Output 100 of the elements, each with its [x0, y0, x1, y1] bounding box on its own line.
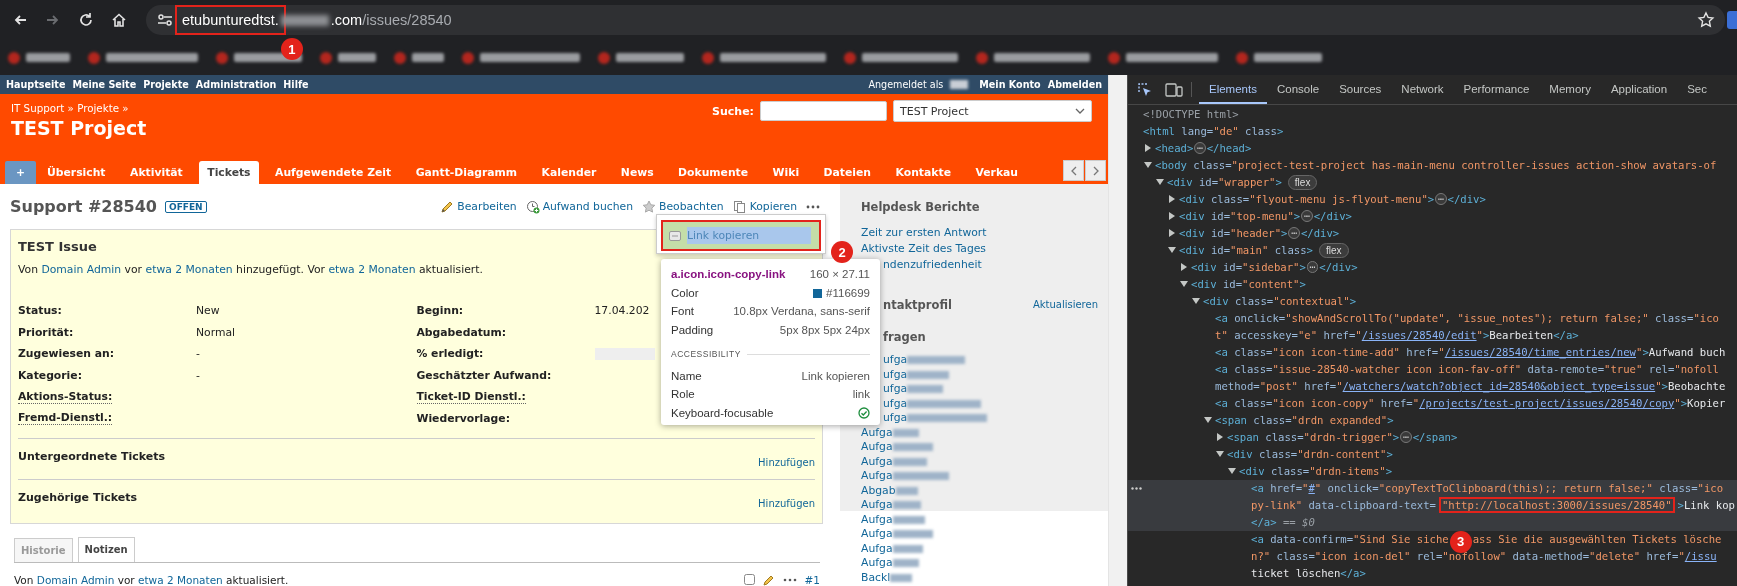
star-icon[interactable] [1697, 11, 1715, 29]
caret-right-icon[interactable] [1144, 144, 1152, 152]
inspect-icon[interactable] [1137, 81, 1153, 98]
caret-down-icon[interactable] [1204, 416, 1212, 424]
flex-badge[interactable]: flex [1287, 174, 1318, 190]
sidebar-link[interactable]: Aufga [861, 469, 893, 484]
link[interactable]: etwa 2 Monaten [328, 263, 416, 276]
project-tab[interactable]: Übersicht [39, 161, 114, 184]
sidebar-link[interactable]: Aufga [861, 454, 893, 469]
devtools-tab[interactable]: Memory [1539, 75, 1601, 104]
flex-badge[interactable]: flex [1319, 242, 1349, 258]
caret-right-icon[interactable] [1216, 433, 1224, 441]
sidebar-link[interactable]: Aufga [861, 556, 893, 571]
link[interactable]: Domain Admin [36, 573, 115, 586]
project-tab[interactable]: Dateien [815, 161, 880, 184]
search-field[interactable] [760, 101, 887, 121]
devtools-tab[interactable]: Sources [1329, 75, 1392, 104]
sidebar-link[interactable]: Aufga [861, 541, 893, 556]
sidebar-link[interactable]: Backl [861, 570, 891, 585]
devtools-tab[interactable]: Application [1600, 75, 1678, 104]
project-select[interactable]: TEST Project [893, 100, 1092, 122]
devtools-tab[interactable]: Performance [1453, 75, 1540, 104]
checkbox-icon[interactable] [743, 574, 755, 585]
sidebar-link[interactable]: Aktivste Zeit des Tages [861, 241, 1098, 257]
project-tab[interactable]: Aufgewendete Zeit [267, 161, 400, 184]
menu-link[interactable]: Hauptseite [6, 79, 66, 90]
blurred-bookmark[interactable] [462, 51, 580, 64]
caret-down-icon[interactable] [1156, 178, 1164, 186]
history-tab[interactable]: Notizen [77, 537, 135, 562]
project-tab[interactable]: Gantt-Diagramm [407, 161, 526, 184]
ellipsis-button[interactable]: ⋯ [1288, 226, 1300, 239]
blurred-bookmark[interactable] [320, 51, 376, 64]
sidebar-link[interactable]: Aufga [861, 440, 893, 455]
link[interactable]: etwa 2 Monaten [145, 263, 233, 276]
blurred-bookmark[interactable] [1108, 51, 1218, 64]
sidebar-link[interactable]: Abgab [861, 483, 896, 498]
project-tab[interactable]: Dokumente [670, 161, 757, 184]
update-link[interactable]: Aktualisieren [1032, 297, 1098, 313]
project-tab[interactable]: Kalender [533, 161, 605, 184]
devtools-tab[interactable]: Elements [1199, 75, 1267, 104]
link[interactable]: /issu [1684, 549, 1717, 562]
link[interactable]: /projects/test-project/issues/28540/copy [1419, 396, 1675, 409]
devtools-tab[interactable]: Network [1391, 75, 1454, 104]
link[interactable]: # [1308, 481, 1315, 494]
blurred-bookmark[interactable] [702, 51, 826, 64]
action-link[interactable]: Beobachten [642, 199, 724, 214]
blurred-bookmark[interactable] [8, 51, 70, 64]
menu-link[interactable]: Administration [195, 79, 277, 90]
menu-link[interactable]: Hilfe [283, 79, 309, 90]
blurred-bookmark[interactable] [88, 51, 198, 64]
caret-right-icon[interactable] [1168, 195, 1176, 203]
action-link[interactable]: Kopieren [732, 199, 797, 214]
ellipsis-button[interactable]: ⋯ [1400, 430, 1412, 443]
sidebar-link[interactable]: Zeit zur ersten Antwort [861, 225, 1098, 241]
caret-right-icon[interactable] [1168, 229, 1176, 237]
caret-right-icon[interactable] [1180, 263, 1188, 271]
blurred-bookmark[interactable] [598, 51, 684, 64]
action-link[interactable]: Bearbeiten [440, 199, 517, 214]
ellipsis-button[interactable]: ⋯ [1194, 141, 1206, 154]
site-settings-icon[interactable] [156, 11, 174, 29]
blurred-bookmark[interactable] [1236, 51, 1322, 64]
sidebar-link[interactable]: Aufga [861, 512, 893, 527]
link[interactable]: Domain Admin [41, 263, 122, 276]
blurred-bookmark[interactable] [844, 51, 958, 64]
link[interactable]: /issues/28540/edit [1361, 328, 1477, 341]
ellipsis-button[interactable]: ⋯ [1306, 260, 1319, 273]
devtools-tab[interactable]: Sec [1677, 75, 1717, 104]
project-tab[interactable]: Tickets [199, 161, 259, 184]
project-tab[interactable]: Kontakte [887, 161, 959, 184]
sidebar-link[interactable]: Aufga [861, 527, 893, 542]
caret-down-icon[interactable] [1168, 246, 1176, 254]
menu-link[interactable]: Meine Seite [72, 79, 137, 90]
link[interactable]: etwa 2 Monaten [138, 573, 223, 586]
project-tab[interactable]: News [612, 161, 662, 184]
sidebar-link[interactable]: Aufga [861, 425, 893, 440]
link[interactable]: /watchers/watch?object_id=28540&object_type=issue [1342, 379, 1656, 392]
menu-link[interactable]: Projekte [143, 79, 189, 90]
ellipsis-button[interactable]: ⋯ [1435, 192, 1447, 205]
caret-right-icon[interactable] [1168, 212, 1176, 220]
selected-node-row[interactable]: <a href="#" onclick="copyTextToClipboard(this);; return false;" class="ico py-link" data-clipboard-text= "http://localhost:3000/issues/28540" >Link kop </a> == $0 [1128, 479, 1737, 531]
project-tab[interactable]: Verkau [967, 161, 1027, 184]
caret-down-icon[interactable] [1144, 161, 1152, 169]
project-tab[interactable]: Aktivität [122, 161, 191, 184]
menu-link[interactable]: Mein Konto [979, 79, 1041, 90]
devtools-tab[interactable]: Console [1266, 75, 1330, 104]
caret-down-icon[interactable] [1216, 450, 1224, 458]
caret-down-icon[interactable] [1228, 467, 1236, 475]
add-link[interactable]: Hinzufügen [758, 498, 815, 509]
add-link[interactable]: Hinzufügen [758, 457, 815, 468]
sidebar-link[interactable]: Aufga [861, 498, 893, 513]
caret-down-icon[interactable] [1180, 280, 1188, 288]
note-number-link[interactable]: #1 [804, 573, 820, 586]
link[interactable]: /issues/28540/time_entries/new [1444, 345, 1636, 358]
blurred-bookmark[interactable] [976, 51, 1090, 64]
action-link[interactable]: Aufwand buchen [525, 199, 634, 214]
menu-link[interactable]: Abmelden [1047, 79, 1102, 90]
device-toolbar-icon[interactable] [1165, 81, 1183, 98]
ellipsis-button[interactable]: ⋯ [1301, 209, 1313, 222]
more-icon[interactable] [782, 576, 797, 583]
blurred-bookmark[interactable] [394, 51, 444, 64]
